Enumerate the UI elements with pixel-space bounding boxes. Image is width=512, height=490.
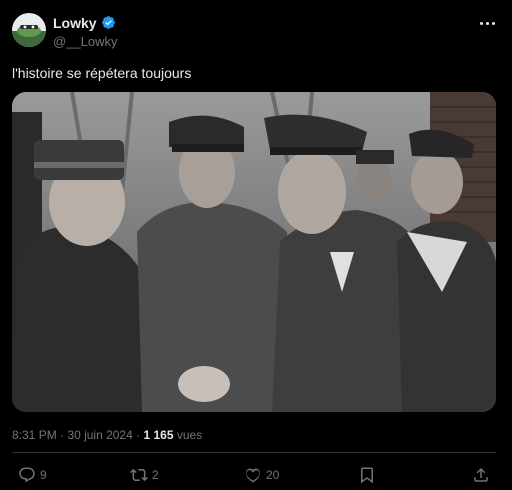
display-name[interactable]: Lowky xyxy=(53,15,97,31)
share-icon xyxy=(474,467,488,482)
historical-photo xyxy=(12,92,496,412)
avatar[interactable] xyxy=(12,13,46,47)
reply-button[interactable]: 9 xyxy=(18,466,47,484)
verified-badge-icon xyxy=(101,15,116,30)
post: Lowky @__Lowky l'histoire se répétera to… xyxy=(0,0,512,490)
repost-button[interactable]: 2 xyxy=(130,466,159,484)
like-button[interactable]: 20 xyxy=(244,466,279,484)
post-image[interactable] xyxy=(12,92,496,412)
handle[interactable]: @__Lowky xyxy=(53,34,118,49)
meta-separator: · xyxy=(60,428,65,442)
display-name-row: Lowky xyxy=(53,14,118,31)
share-button[interactable] xyxy=(472,466,490,484)
bookmark-button[interactable] xyxy=(358,466,376,484)
repost-count: 2 xyxy=(152,468,159,482)
avatar-image xyxy=(12,13,46,47)
divider xyxy=(12,452,496,453)
reply-icon xyxy=(19,467,35,483)
post-meta: 8:31 PM · 30 juin 2024 · 1 165 vues xyxy=(12,428,202,442)
post-text: l'histoire se répétera toujours xyxy=(12,65,192,81)
action-bar: 9 2 20 xyxy=(12,466,496,488)
views-label: vues xyxy=(176,428,203,442)
author-names: Lowky @__Lowky xyxy=(53,14,118,50)
meta-separator: · xyxy=(136,428,141,442)
post-date[interactable]: 30 juin 2024 xyxy=(67,428,132,442)
repost-icon xyxy=(130,468,148,482)
heart-icon xyxy=(246,468,260,483)
views-count: 1 165 xyxy=(143,428,174,442)
more-horizontal-icon[interactable] xyxy=(478,16,496,30)
reply-count: 9 xyxy=(40,468,47,482)
post-time[interactable]: 8:31 PM xyxy=(12,428,57,442)
bookmark-icon xyxy=(361,467,373,484)
like-count: 20 xyxy=(266,468,280,482)
